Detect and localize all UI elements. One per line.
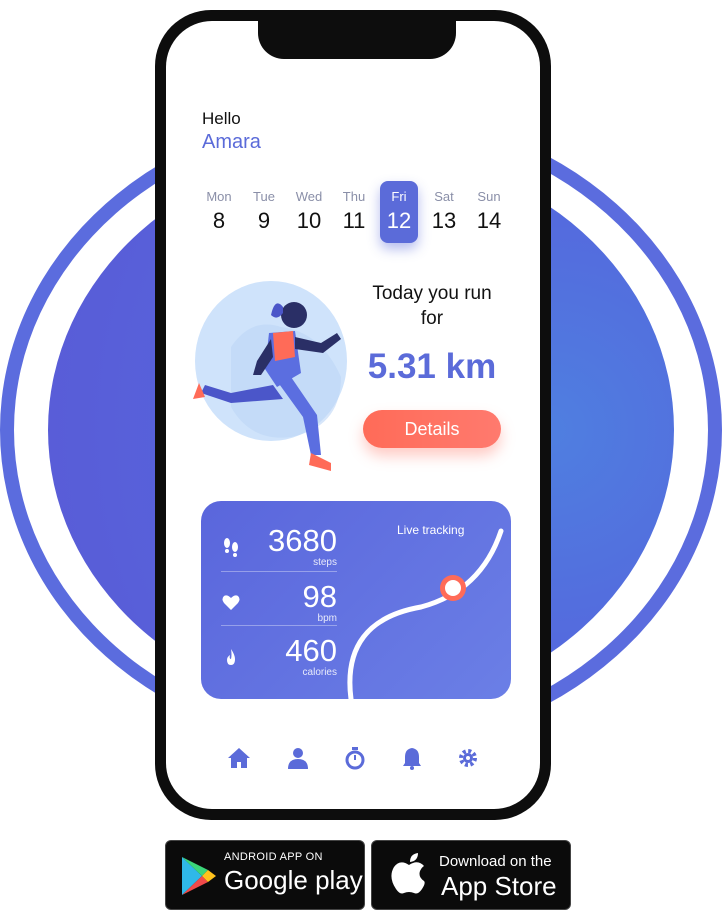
day-date: 8 [212,208,226,233]
profile-icon[interactable] [285,745,311,771]
day-date: 14 [476,208,502,233]
google-play-small: ANDROID APP ON [224,851,323,863]
calories-unit: calories [302,667,337,678]
day-name: Sun [477,189,501,204]
stat-divider [221,571,337,572]
day-name: Mon [206,189,232,204]
app-store-badge[interactable]: Download on the App Store [371,840,571,910]
steps-stat: 3680 steps [221,521,337,575]
day-name: Fri [391,189,407,204]
day-name: Wed [295,189,323,204]
heart-rate-stat: 98 bpm [221,577,337,631]
greeting-text: Hello [202,109,241,128]
app-store-small: Download on the [439,853,552,870]
user-name: Amara [202,131,261,153]
bell-icon[interactable] [399,745,425,771]
day-fri-selected[interactable]: Fri 12 [380,181,418,243]
home-icon[interactable] [226,745,252,771]
phone-notch [258,21,456,59]
details-button[interactable]: Details [363,410,501,448]
day-date: 12 [386,208,412,233]
day-date: 9 [257,208,271,233]
day-date: 13 [431,208,457,233]
day-selector: Mon 8 Tue 9 Wed 10 Thu 11 Fri 12 Sat 13 Sun 14 [200,181,510,251]
steps-unit: steps [313,557,337,568]
day-mon[interactable]: Mon 8 [200,181,238,243]
calories-stat: 460 calories [221,631,337,685]
day-sun[interactable]: Sun 14 [470,181,508,243]
day-name: Thu [342,189,366,204]
day-sat[interactable]: Sat 13 [425,181,463,243]
day-date: 10 [296,208,322,233]
google-play-icon [182,857,216,895]
apple-icon [391,853,425,894]
day-wed[interactable]: Wed 10 [290,181,328,243]
heart-rate-value: 98 [302,579,337,614]
phone-frame: Hello Amara Mon 8 Tue 9 Wed 10 Thu 11 Fri 12 … [155,10,551,820]
heart-icon [222,595,240,610]
bottom-nav [226,745,488,773]
footsteps-icon [224,538,238,557]
runner-illustration [191,277,361,477]
google-play-badge[interactable]: ANDROID APP ON Google play [165,840,365,910]
phone-screen: Hello Amara Mon 8 Tue 9 Wed 10 Thu 11 Fri 12 … [166,21,540,809]
day-thu[interactable]: Thu 11 [335,181,373,243]
live-tracking-label: Live tracking [397,523,465,537]
day-name: Tue [253,189,275,204]
day-tue[interactable]: Tue 9 [245,181,283,243]
run-distance: 5.31 km [367,347,497,386]
google-play-big: Google play [224,865,363,895]
day-date: 11 [342,208,366,233]
run-title: Today you run for [372,283,492,329]
heart-rate-unit: bpm [317,613,337,624]
steps-value: 3680 [268,523,337,558]
stopwatch-icon[interactable] [342,745,368,771]
calories-value: 460 [285,633,337,668]
stat-divider [221,625,337,626]
day-name: Sat [434,189,454,204]
stats-card: Live tracking 3680 steps 98 bpm 460 calo… [201,501,511,699]
gear-icon[interactable] [455,745,481,771]
flame-icon [227,649,235,665]
app-store-big: App Store [441,871,557,901]
